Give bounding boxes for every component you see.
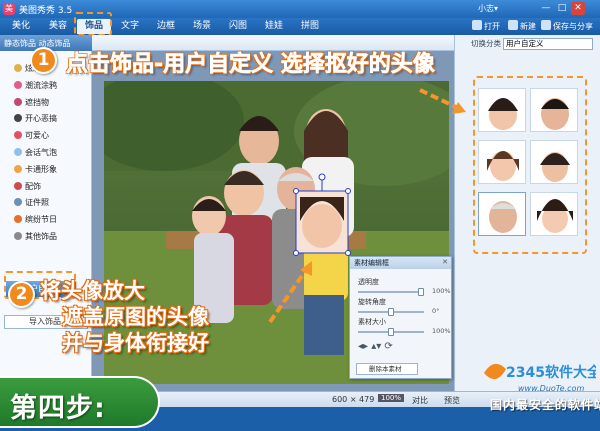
watermark-icon: 2345软件大全 www.DuoTe.com (484, 363, 600, 393)
watermark-brand: 2345软件大全 (506, 364, 596, 381)
watermark-site: www.DuoTe.com (518, 384, 584, 393)
arrow-to-head (268, 268, 308, 324)
watermark-slogan: 国内最安全的软件站 (490, 398, 600, 412)
arrow-head-icon (300, 261, 312, 276)
watermark-logo: 2345软件大全 www.DuoTe.com (476, 355, 600, 397)
step4-banner: 第四步: (0, 376, 160, 428)
step4-label: 第四步: (10, 393, 106, 424)
arrow-to-thumbnails (419, 88, 459, 110)
